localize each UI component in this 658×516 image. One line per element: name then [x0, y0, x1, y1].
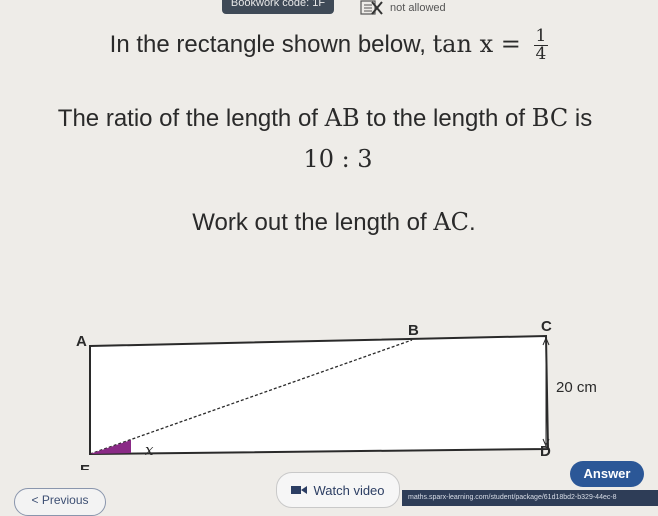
- watch-video-label: Watch video: [313, 482, 385, 498]
- bookwork-code-badge: Bookwork code: 1F: [222, 0, 334, 14]
- rectangle-diagram: A B C D E x 20 cm: [76, 318, 597, 470]
- segment-bc: BC: [531, 104, 569, 132]
- vertex-label-c: C: [541, 318, 552, 335]
- angle-label-x: x: [145, 441, 154, 459]
- fraction-one-quarter: 1 4: [533, 28, 549, 64]
- answer-button[interactable]: Answer: [570, 461, 644, 487]
- segment-ac: AC: [433, 208, 470, 236]
- question-text: .: [469, 209, 476, 236]
- fraction-denominator: 4: [535, 44, 547, 64]
- rectangle-shape: [89, 334, 550, 456]
- tan-expression: tan x =: [432, 29, 521, 58]
- question-text: is: [568, 105, 593, 132]
- question-text: In the rectangle shown below,: [109, 30, 433, 58]
- vertex-label-e: E: [80, 462, 90, 470]
- video-camera-icon: [291, 486, 308, 494]
- question-text: to the length of: [359, 105, 532, 132]
- calculator-status: not allowed: [360, 0, 446, 17]
- calculator-status-text: not allowed: [390, 2, 446, 14]
- question-line-task: Work out the length of AC.: [0, 208, 658, 237]
- calculator-crossed-icon: [360, 0, 383, 15]
- previous-button[interactable]: < Previous: [14, 488, 106, 516]
- side-length-label: 20 cm: [556, 379, 597, 396]
- vertex-label-a: A: [76, 333, 87, 350]
- url-status-bar: maths.sparx-learning.com/student/package…: [402, 490, 658, 506]
- question-line-tan: In the rectangle shown below, tan x = 1 …: [0, 28, 658, 63]
- segment-ab: AB: [324, 104, 360, 132]
- vertex-label-d: D: [540, 443, 551, 460]
- question-text: Work out the length of: [192, 209, 434, 236]
- vertex-label-b: B: [408, 322, 419, 339]
- question-line-ratio: The ratio of the length of AB to the len…: [0, 104, 650, 133]
- ratio-value: 10 : 3: [303, 145, 373, 173]
- question-text: The ratio of the length of: [57, 105, 325, 132]
